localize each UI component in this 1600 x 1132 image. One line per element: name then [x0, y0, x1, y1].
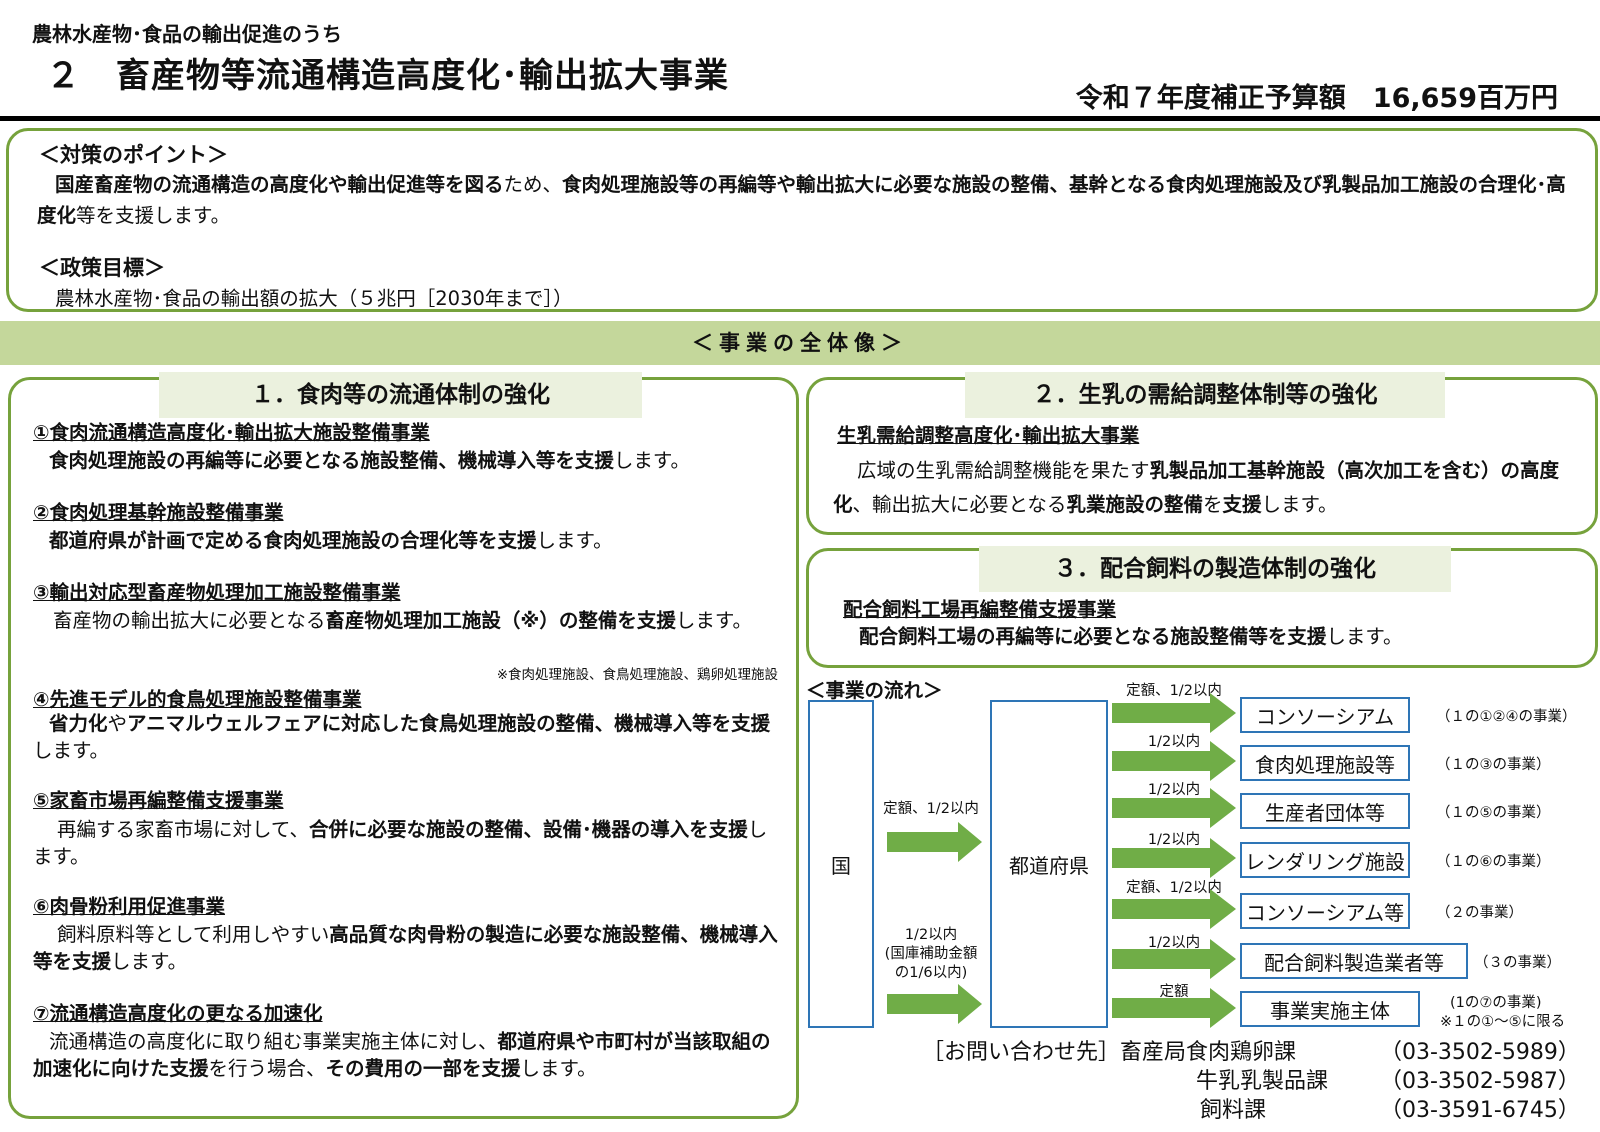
- flow-row3-recipient: 生産者団体等: [1240, 793, 1410, 829]
- flow-row2-scope: （１の③の事業）: [1436, 757, 1551, 773]
- flow-row5-recipient: コンソーシアム等: [1240, 893, 1410, 929]
- contact-dept-1: 畜産局食肉鶏卵課: [1120, 1040, 1297, 1065]
- flow-row6-scope: （３の事業）: [1474, 955, 1561, 971]
- flow-row1-recipient: コンソーシアム: [1240, 697, 1410, 733]
- contact-tel-3: （03-3591-6745）: [1380, 1098, 1580, 1123]
- flow-row4-recipient: レンダリング施設: [1240, 842, 1410, 878]
- flow-row1-scope: （１の①②④の事業）: [1436, 709, 1577, 725]
- flow-row5-rate: 定額、1/2以内: [1126, 880, 1222, 896]
- flow-row2-rate: 1/2以内: [1147, 734, 1201, 750]
- contact-label: ［お問い合わせ先］: [922, 1040, 1121, 1065]
- flow-arrow2-label: 1/2以内 (国庫補助金額 の1/6以内): [884, 927, 978, 981]
- flow-row4-rate: 1/2以内: [1147, 832, 1201, 848]
- flow-arrow1-label: 定額、1/2以内: [883, 801, 979, 817]
- flow-arrow-country-2: [887, 984, 982, 1024]
- contact-dept-2: 牛乳乳製品課: [1196, 1069, 1329, 1094]
- flow-row7-scope: (1の⑦の事業): [1450, 995, 1542, 1011]
- flow-row3-scope: （１の⑤の事業）: [1436, 805, 1551, 821]
- flow-row6-rate: 1/2以内: [1147, 935, 1201, 951]
- flow-row4-scope: （１の⑥の事業）: [1436, 854, 1551, 870]
- flow-row2-recipient: 食肉処理施設等: [1240, 745, 1410, 781]
- flow-row7-recipient: 事業実施主体: [1240, 991, 1420, 1027]
- contact-dept-3: 飼料課: [1200, 1098, 1267, 1123]
- flow-row3-rate: 1/2以内: [1147, 782, 1201, 798]
- flow-row1-rate: 定額、1/2以内: [1126, 683, 1222, 699]
- contact-tel-1: （03-3502-5989）: [1380, 1040, 1580, 1065]
- flow-row6-recipient: 配合飼料製造業者等: [1240, 943, 1468, 979]
- flow-row7-note: ※１の①～⑤に限る: [1440, 1014, 1566, 1030]
- flow-row7-rate: 定額: [1159, 984, 1189, 1000]
- flow-row5-scope: （２の事業）: [1436, 905, 1523, 921]
- contact-tel-2: （03-3502-5987）: [1380, 1069, 1580, 1094]
- flow-arrow-country-1: [887, 822, 982, 862]
